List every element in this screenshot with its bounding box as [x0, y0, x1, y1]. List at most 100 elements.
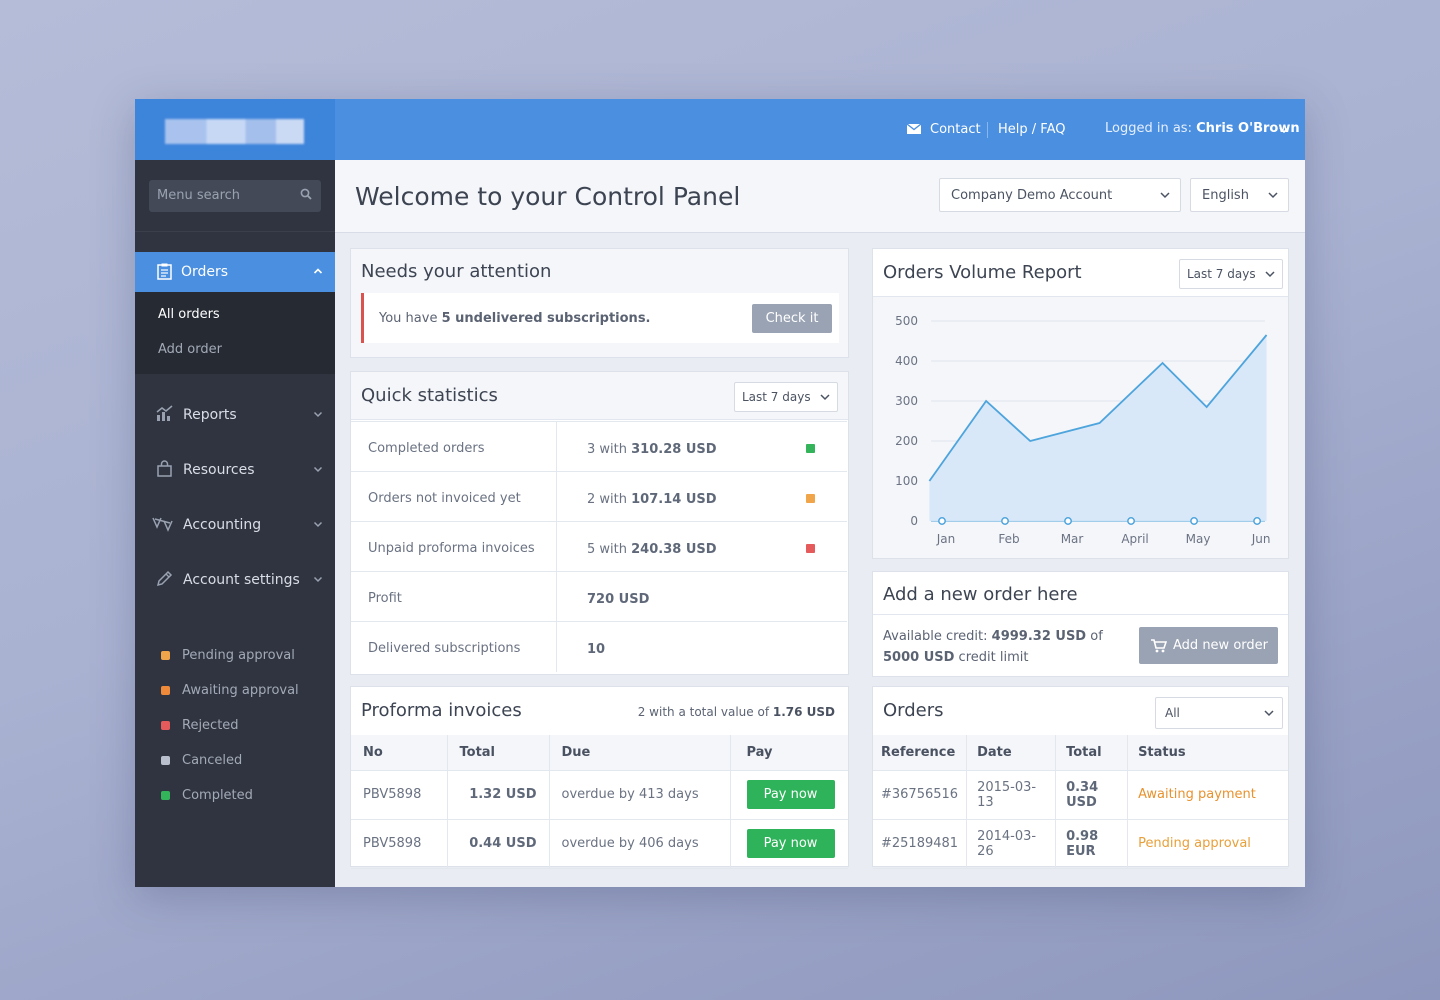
add-new-order-button[interactable]: Add new order	[1139, 627, 1278, 664]
user-menu[interactable]: Logged in as: Chris O'Brown	[1105, 121, 1300, 136]
invoice-due: overdue by 413 days	[549, 770, 731, 820]
orders-panel: Orders All Reference Date Total Status #…	[872, 686, 1289, 869]
stat-label: Delivered subscriptions	[368, 641, 521, 656]
invoice-number[interactable]: PBV5898	[351, 819, 448, 869]
attention-panel: Needs your attention You have 5 undelive…	[350, 248, 849, 358]
attention-text-bold: 5 undelivered subscriptions.	[441, 311, 651, 326]
y-tick-label: 0	[910, 514, 918, 528]
proforma-invoices-panel: Proforma invoices 2 with a total value o…	[350, 686, 849, 869]
stat-label: Unpaid proforma invoices	[368, 541, 535, 556]
help-faq-link[interactable]: Help / FAQ	[998, 122, 1065, 137]
status-dot	[161, 686, 170, 695]
add-order-panel: Add a new order here Available credit: 4…	[872, 571, 1289, 677]
column-header[interactable]: Pay	[730, 735, 848, 771]
chart-icon	[156, 405, 173, 421]
y-tick-label: 300	[895, 394, 918, 408]
x-tick-label: Feb	[998, 532, 1019, 546]
pay-now-button[interactable]: Pay now	[746, 829, 835, 858]
column-header[interactable]: Due	[549, 735, 731, 771]
column-header[interactable]: Total	[447, 735, 550, 771]
status-square	[806, 544, 815, 553]
y-tick-label: 400	[895, 354, 918, 368]
legend-label: Canceled	[182, 753, 243, 768]
data-point	[1190, 517, 1199, 525]
status-dot	[161, 756, 170, 765]
contact-link[interactable]: Contact	[930, 122, 981, 137]
sidebar-item-label: Resources	[183, 462, 255, 478]
table-row: PBV5898 1.32 USD overdue by 413 days Pay…	[351, 770, 848, 820]
stat-label: Completed orders	[368, 441, 485, 456]
add-new-order-label: Add new order	[1173, 638, 1268, 653]
legend-rejected[interactable]: Rejected	[161, 718, 239, 733]
clipboard-icon	[157, 263, 172, 280]
logged-in-label: Logged in as:	[1105, 121, 1192, 136]
order-reference[interactable]: #25189481	[873, 819, 968, 869]
sidebar-item-accounting[interactable]: Accounting	[135, 505, 335, 545]
orders-title: Orders	[883, 700, 944, 721]
range-select-value: Last 7 days	[1187, 267, 1256, 281]
sidebar-item-label: Reports	[183, 407, 237, 423]
chevron-down-icon	[313, 411, 323, 418]
sidebar-item-account-settings[interactable]: Account settings	[135, 560, 335, 600]
order-date: 2015-03-13	[966, 770, 1057, 820]
order-total: 0.34 USD	[1055, 770, 1129, 820]
column-header[interactable]: Date	[966, 735, 1057, 771]
column-header[interactable]: Reference	[873, 735, 968, 771]
volume-range-select[interactable]: Last 7 days	[1179, 259, 1283, 289]
order-reference[interactable]: #36756516	[873, 770, 968, 820]
chevron-down-icon[interactable]	[1279, 126, 1289, 134]
sidebar-item-resources[interactable]: Resources	[135, 450, 335, 490]
sidebar: Menu search Orders All orders Add order	[135, 99, 335, 887]
pay-now-button[interactable]: Pay now	[746, 780, 835, 809]
sidebar-item-label: Account settings	[183, 572, 300, 588]
search-icon[interactable]	[300, 188, 312, 200]
page-title: Welcome to your Control Panel	[355, 182, 741, 211]
x-tick-label: Jun	[1251, 532, 1271, 546]
pencil-icon	[156, 570, 173, 587]
orders-table: Reference Date Total Status #36756516 20…	[873, 735, 1288, 869]
stat-row-delivered: Delivered subscriptions 10	[351, 621, 847, 672]
column-header[interactable]: Total	[1055, 735, 1129, 771]
legend-pending-approval[interactable]: Pending approval	[161, 648, 295, 663]
quick-statistics-title: Quick statistics	[361, 385, 498, 406]
invoice-number[interactable]: PBV5898	[351, 770, 448, 820]
attention-title: Needs your attention	[361, 261, 552, 282]
filter-select-value: All	[1165, 706, 1180, 720]
table-row: #25189481 2014-03-26 0.98 EUR Pending ap…	[873, 819, 1288, 869]
check-it-button[interactable]: Check it	[752, 304, 832, 333]
legend-awaiting-approval[interactable]: Awaiting approval	[161, 683, 299, 698]
invoice-total: 0.44 USD	[447, 819, 550, 869]
orders-volume-chart: 0 100 200 300 400 500 Jan Feb Mar April May Jun	[895, 314, 1271, 546]
quick-stats-range-select[interactable]: Last 7 days	[734, 382, 838, 412]
language-select-value: English	[1202, 188, 1249, 203]
x-tick-label: May	[1186, 532, 1211, 546]
legend-completed[interactable]: Completed	[161, 788, 253, 803]
table-row: PBV5898 0.44 USD overdue by 406 days Pay…	[351, 819, 848, 869]
sidebar-item-reports[interactable]: Reports	[135, 395, 335, 435]
bag-icon	[157, 460, 172, 477]
column-header[interactable]: No	[351, 735, 448, 771]
menu-search-input[interactable]: Menu search	[149, 180, 321, 212]
language-select[interactable]: English	[1190, 178, 1289, 212]
credit-info: Available credit: 4999.32 USD of 5000 US…	[883, 629, 1103, 665]
panel-header: Add a new order here	[873, 572, 1288, 615]
submenu-all-orders[interactable]: All orders	[158, 307, 220, 322]
stat-row-completed: Completed orders 3 with 310.28 USD	[351, 421, 847, 472]
stat-row-profit: Profit 720 USD	[351, 571, 847, 622]
stat-value: 2 with 107.14 USD	[587, 492, 717, 507]
orders-filter-select[interactable]: All	[1155, 697, 1283, 729]
logo[interactable]	[165, 119, 304, 144]
legend-canceled[interactable]: Canceled	[161, 753, 242, 768]
status-square	[806, 444, 815, 453]
orders-submenu: All orders Add order	[135, 292, 335, 374]
orders-volume-panel: Orders Volume Report Last 7 days 0 100 200…	[872, 248, 1289, 559]
sidebar-item-orders[interactable]: Orders	[135, 252, 335, 292]
order-date: 2014-03-26	[966, 819, 1057, 869]
chevron-down-icon	[1265, 271, 1275, 278]
table-row: #36756516 2015-03-13 0.34 USD Awaiting p…	[873, 770, 1288, 820]
column-header[interactable]: Status	[1127, 735, 1288, 771]
submenu-add-order[interactable]: Add order	[158, 342, 222, 357]
account-select[interactable]: Company Demo Account	[939, 178, 1181, 212]
status-dot	[161, 721, 170, 730]
status-square	[806, 494, 815, 503]
